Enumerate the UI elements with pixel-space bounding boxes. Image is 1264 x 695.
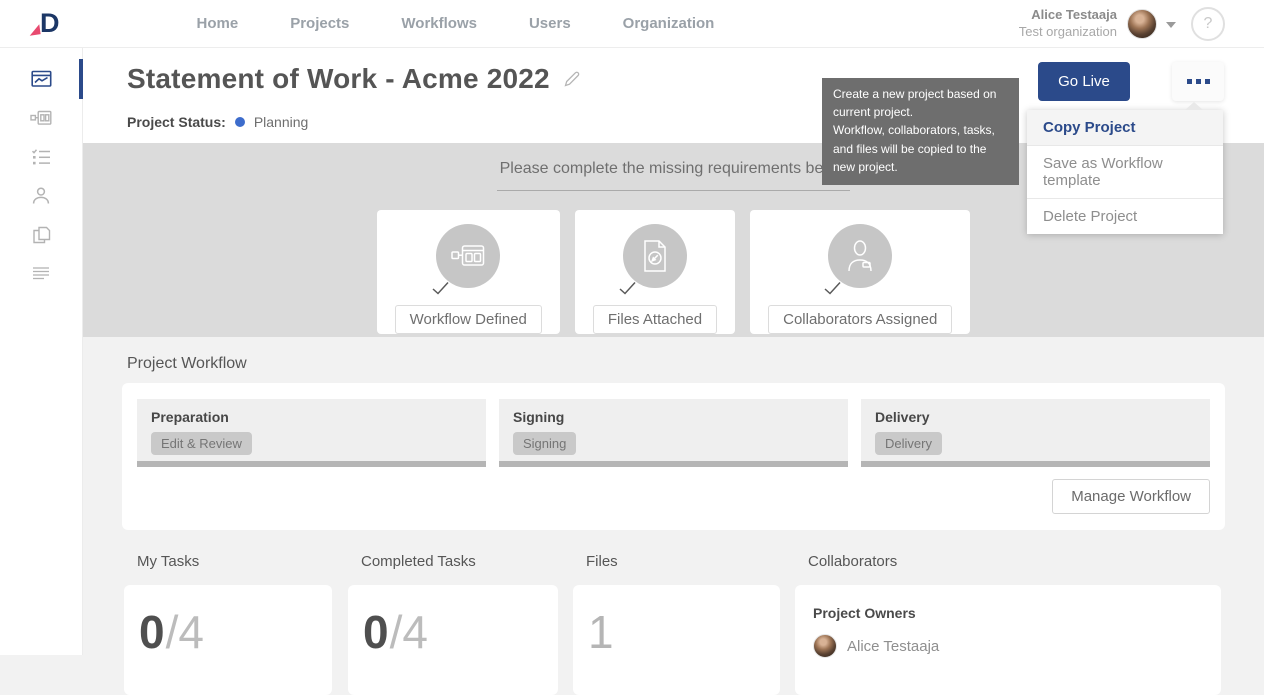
sidebar-item-users[interactable] bbox=[0, 176, 83, 216]
sidebar-item-files[interactable] bbox=[0, 215, 83, 255]
sidebar-item-tasks[interactable] bbox=[0, 137, 83, 177]
tooltip-line-2: Workflow, collaborators, tasks, and file… bbox=[833, 121, 1008, 176]
ellipsis-icon bbox=[1187, 79, 1192, 84]
app-logo[interactable]: D bbox=[40, 10, 59, 37]
menu-item-save-as-workflow-template[interactable]: Save as Workflow template bbox=[1027, 146, 1223, 199]
workflow-icon bbox=[30, 109, 52, 127]
user-name: Alice Testaaja bbox=[1019, 7, 1117, 23]
file-edit-circle-icon bbox=[623, 224, 687, 288]
files-column: Files 1 bbox=[573, 530, 780, 695]
left-sidebar bbox=[0, 48, 83, 655]
req-card-files: Files Attached bbox=[575, 210, 735, 334]
workflow-circle-icon bbox=[436, 224, 500, 288]
completed-tasks-card[interactable]: 0/4 bbox=[348, 585, 558, 695]
nav-item-projects[interactable]: Projects bbox=[290, 15, 349, 32]
manage-workflow-button[interactable]: Manage Workflow bbox=[1052, 479, 1210, 514]
collaborator-list-item: Alice Testaaja bbox=[813, 634, 1203, 658]
collaborator-avatar bbox=[813, 634, 837, 658]
collaborators-assigned-button[interactable]: Collaborators Assigned bbox=[768, 305, 952, 334]
workflow-stage-preparation: Preparation Edit & Review bbox=[137, 399, 486, 467]
my-tasks-done: 0 bbox=[139, 606, 166, 658]
collaborators-card: Project Owners Alice Testaaja bbox=[795, 585, 1221, 695]
top-navbar: D Home Projects Workflows Users Organiza… bbox=[0, 0, 1264, 48]
project-workflow-card: Preparation Edit & Review Signing Signin… bbox=[122, 383, 1225, 530]
logo-triangle-icon bbox=[28, 24, 40, 35]
logo-letter: D bbox=[40, 8, 59, 38]
more-actions-button[interactable] bbox=[1172, 62, 1224, 101]
status-label: Project Status: bbox=[127, 114, 226, 130]
more-actions-menu: Copy Project Save as Workflow template D… bbox=[1027, 110, 1223, 234]
nav-item-home[interactable]: Home bbox=[197, 15, 239, 32]
my-tasks-column: My Tasks 0/4 bbox=[124, 530, 332, 695]
stage-name: Preparation bbox=[151, 409, 472, 425]
sidebar-item-templates[interactable] bbox=[0, 254, 83, 294]
workflow-stage-signing: Signing Signing bbox=[499, 399, 848, 467]
files-heading: Files bbox=[586, 553, 780, 570]
tasks-icon bbox=[31, 148, 51, 166]
edit-title-pencil-icon[interactable] bbox=[563, 70, 581, 93]
dashboard-icon bbox=[31, 69, 52, 89]
req-card-collaborators: Collaborators Assigned bbox=[750, 210, 970, 334]
sidebar-item-dashboard[interactable] bbox=[0, 59, 83, 99]
my-tasks-total: /4 bbox=[166, 606, 204, 658]
go-live-button[interactable]: Go Live bbox=[1038, 62, 1130, 101]
sidebar-item-workflows[interactable] bbox=[0, 98, 83, 138]
page-title: Statement of Work - Acme 2022 bbox=[127, 63, 550, 95]
stage-tag: Signing bbox=[513, 432, 576, 455]
stage-tag: Edit & Review bbox=[151, 432, 252, 455]
copy-project-tooltip: Create a new project based on current pr… bbox=[822, 78, 1019, 185]
stage-tag: Delivery bbox=[875, 432, 942, 455]
requirements-message: Please complete the missing requirements… bbox=[497, 160, 851, 191]
workflow-stage-delivery: Delivery Delivery bbox=[861, 399, 1210, 467]
my-tasks-heading: My Tasks bbox=[137, 553, 332, 570]
question-mark-icon: ? bbox=[1204, 15, 1213, 33]
nav-item-users[interactable]: Users bbox=[529, 15, 571, 32]
req-card-workflow: Workflow Defined bbox=[377, 210, 560, 334]
stage-name: Delivery bbox=[875, 409, 1196, 425]
check-icon bbox=[431, 280, 450, 301]
nav-item-organization[interactable]: Organization bbox=[623, 15, 715, 32]
user-meta: Alice Testaaja Test organization bbox=[1019, 7, 1117, 40]
help-button[interactable]: ? bbox=[1191, 7, 1225, 41]
my-tasks-card[interactable]: 0/4 bbox=[124, 585, 332, 695]
nav-item-workflows[interactable]: Workflows bbox=[401, 15, 477, 32]
user-avatar[interactable] bbox=[1127, 9, 1157, 39]
check-icon bbox=[618, 280, 637, 301]
project-status-row: Project Status: Planning bbox=[127, 114, 308, 130]
status-value: Planning bbox=[254, 114, 309, 130]
stage-name: Signing bbox=[513, 409, 834, 425]
menu-item-delete-project[interactable]: Delete Project bbox=[1027, 199, 1223, 234]
completed-tasks-heading: Completed Tasks bbox=[361, 553, 558, 570]
files-count: 1 bbox=[588, 606, 614, 658]
user-organization: Test organization bbox=[1019, 24, 1117, 40]
completed-tasks-total: /4 bbox=[390, 606, 428, 658]
completed-tasks-done: 0 bbox=[363, 606, 390, 658]
menu-caret-icon bbox=[1185, 102, 1203, 110]
completed-tasks-column: Completed Tasks 0/4 bbox=[348, 530, 558, 695]
user-area: Alice Testaaja Test organization ? bbox=[1019, 7, 1225, 41]
project-workflow-heading: Project Workflow bbox=[127, 355, 247, 373]
check-icon bbox=[823, 280, 842, 301]
main-nav: Home Projects Workflows Users Organizati… bbox=[197, 15, 715, 32]
chevron-down-icon[interactable] bbox=[1166, 22, 1176, 28]
files-card[interactable]: 1 bbox=[573, 585, 780, 695]
user-icon bbox=[31, 186, 51, 206]
files-attached-button[interactable]: Files Attached bbox=[593, 305, 717, 334]
person-circle-icon bbox=[828, 224, 892, 288]
stats-section: My Tasks 0/4 Completed Tasks 0/4 Files 1… bbox=[83, 530, 1264, 655]
templates-icon bbox=[32, 266, 50, 282]
collaborator-name: Alice Testaaja bbox=[847, 638, 939, 655]
collaborators-heading: Collaborators bbox=[808, 553, 1221, 570]
tooltip-line-1: Create a new project based on current pr… bbox=[833, 85, 1008, 121]
files-icon bbox=[32, 225, 51, 245]
menu-item-copy-project[interactable]: Copy Project bbox=[1027, 110, 1223, 146]
collaborators-column: Collaborators Project Owners Alice Testa… bbox=[795, 530, 1221, 695]
workflow-defined-button[interactable]: Workflow Defined bbox=[395, 305, 542, 334]
project-owners-label: Project Owners bbox=[813, 605, 1203, 621]
status-dot-icon bbox=[235, 117, 245, 127]
